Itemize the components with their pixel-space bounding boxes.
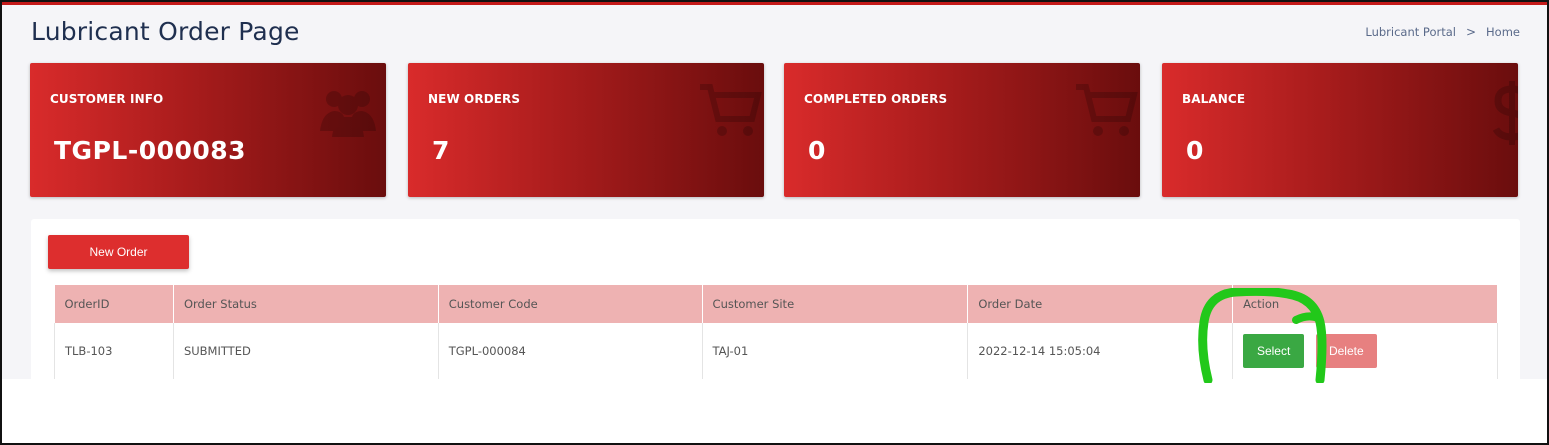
new-orders-card: NEW ORDERS 7: [408, 63, 764, 197]
card-label: CUSTOMER INFO: [50, 92, 164, 106]
cart-icon: [1074, 81, 1138, 145]
cell-customer-code: TGPL-000084: [438, 323, 703, 379]
balance-card: BALANCE 0: [1162, 63, 1518, 197]
cart-icon: [698, 81, 762, 145]
dollar-icon: [1492, 81, 1518, 149]
breadcrumb-item-lubricant-portal[interactable]: Lubricant Portal: [1365, 25, 1456, 39]
card-value: 0: [1186, 136, 1204, 165]
breadcrumb: Lubricant Portal > Home: [1365, 25, 1520, 39]
cell-order-date: 2022-12-14 15:05:04: [967, 323, 1234, 379]
card-label: COMPLETED ORDERS: [804, 92, 948, 106]
completed-orders-card: COMPLETED ORDERS 0: [784, 63, 1140, 197]
header-customer-site[interactable]: Customer Site: [702, 285, 969, 323]
header-order-status[interactable]: Order Status: [173, 285, 439, 323]
breadcrumb-separator: >: [1465, 25, 1477, 39]
header-order-id[interactable]: OrderID: [54, 285, 174, 323]
header-action: Action: [1232, 285, 1498, 323]
customer-info-card: CUSTOMER INFO TGPL-000083: [30, 63, 386, 197]
orders-table: OrderID Order Status Customer Code Custo…: [54, 285, 1498, 379]
card-label: BALANCE: [1182, 92, 1246, 106]
app-area: Lubricant Order Page Lubricant Portal > …: [2, 5, 1547, 379]
cell-order-status: SUBMITTED: [173, 323, 439, 379]
table-header-row: OrderID Order Status Customer Code Custo…: [54, 285, 1498, 323]
new-order-button[interactable]: New Order: [48, 235, 189, 269]
card-value: TGPL-000083: [54, 136, 247, 165]
cell-order-id: TLB-103: [54, 323, 174, 379]
breadcrumb-item-home[interactable]: Home: [1486, 25, 1520, 39]
users-icon: [314, 81, 384, 145]
header-customer-code[interactable]: Customer Code: [438, 285, 703, 323]
card-value: 0: [808, 136, 826, 165]
card-label: NEW ORDERS: [428, 92, 521, 106]
orders-panel: New Order OrderID Order Status Customer …: [31, 219, 1520, 379]
cell-action: Select Delete: [1232, 323, 1498, 379]
cell-customer-site: TAJ-01: [702, 323, 969, 379]
select-button[interactable]: Select: [1243, 333, 1305, 368]
table-row: TLB-103 SUBMITTED TGPL-000084 TAJ-01 202…: [54, 323, 1498, 379]
card-value: 7: [432, 136, 450, 165]
header-order-date[interactable]: Order Date: [967, 285, 1234, 323]
page-title: Lubricant Order Page: [31, 17, 300, 46]
delete-button[interactable]: Delete: [1315, 333, 1377, 368]
